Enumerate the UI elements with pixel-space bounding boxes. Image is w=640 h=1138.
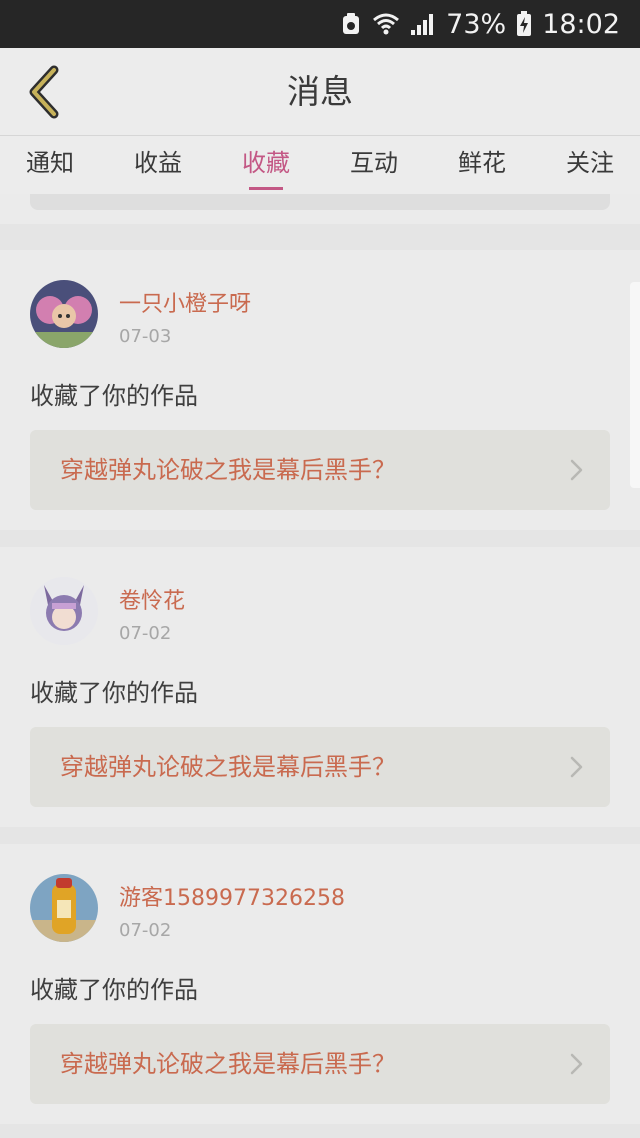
scrollbar[interactable]: [630, 282, 640, 488]
clock: 18:02: [542, 8, 620, 40]
active-tab-indicator: [249, 187, 283, 190]
work-link[interactable]: 穿越弹丸论破之我是幕后黑手？: [30, 1024, 610, 1104]
action-text: 收藏了你的作品: [30, 679, 198, 707]
date: 07-03: [119, 326, 172, 347]
username[interactable]: 一只小橙子呀: [119, 286, 251, 318]
previous-card-tail: [30, 194, 610, 210]
battery-charging-icon: [516, 11, 532, 37]
status-bar: 73% 18:02: [0, 0, 640, 48]
notification-list: 一只小橙子呀 07-03 收藏了你的作品 穿越弹丸论破之我是幕后黑手？ 卷怜花 …: [0, 194, 640, 1138]
work-title: 穿越弹丸论破之我是幕后黑手？: [60, 456, 396, 484]
tab-label: 互动: [350, 149, 398, 177]
date: 07-02: [119, 623, 172, 644]
avatar-image-icon: [30, 280, 98, 348]
tab-interactions[interactable]: 互动: [329, 136, 419, 194]
notification-icon: [340, 12, 362, 36]
username[interactable]: 卷怜花: [119, 583, 185, 615]
chevron-right-icon: [570, 1053, 583, 1075]
chevron-right-icon: [570, 459, 583, 481]
wifi-icon: [372, 12, 400, 36]
tab-earnings[interactable]: 收益: [113, 136, 203, 194]
tab-label: 通知: [26, 149, 74, 177]
signal-icon: [410, 12, 436, 36]
avatar-image-icon: [30, 577, 98, 645]
page-title: 消息: [287, 72, 353, 111]
tab-label: 关注: [566, 149, 614, 177]
work-link[interactable]: 穿越弹丸论破之我是幕后黑手？: [30, 727, 610, 807]
battery-percent: 73%: [446, 8, 507, 40]
chevron-right-icon: [570, 756, 583, 778]
notification-card: 游客1589977326258 07-02 收藏了你的作品 穿越弹丸论破之我是幕…: [0, 844, 640, 1124]
avatar[interactable]: [30, 577, 98, 645]
username[interactable]: 游客1589977326258: [119, 880, 345, 912]
tab-label: 收益: [134, 149, 182, 177]
work-link[interactable]: 穿越弹丸论破之我是幕后黑手？: [30, 430, 610, 510]
tab-label: 鲜花: [458, 149, 506, 177]
status-icons: 73% 18:02: [340, 0, 620, 48]
work-title: 穿越弹丸论破之我是幕后黑手？: [60, 753, 396, 781]
tab-favorites[interactable]: 收藏: [221, 136, 311, 194]
action-text: 收藏了你的作品: [30, 382, 198, 410]
tab-notifications[interactable]: 通知: [5, 136, 95, 194]
avatar[interactable]: [30, 874, 98, 942]
action-text: 收藏了你的作品: [30, 976, 198, 1004]
tab-label: 收藏: [242, 149, 290, 177]
date: 07-02: [119, 920, 172, 941]
tab-follows[interactable]: 关注: [545, 136, 635, 194]
notification-card: 卷怜花 07-02 收藏了你的作品 穿越弹丸论破之我是幕后黑手？: [0, 547, 640, 827]
avatar[interactable]: [30, 280, 98, 348]
tab-bar: 通知 收益 收藏 互动 鲜花 关注: [0, 136, 640, 194]
avatar-image-icon: [30, 874, 98, 942]
tab-flowers[interactable]: 鲜花: [437, 136, 527, 194]
app-header: 消息: [0, 48, 640, 136]
notification-card: 一只小橙子呀 07-03 收藏了你的作品 穿越弹丸论破之我是幕后黑手？: [0, 250, 640, 530]
work-title: 穿越弹丸论破之我是幕后黑手？: [60, 1050, 396, 1078]
